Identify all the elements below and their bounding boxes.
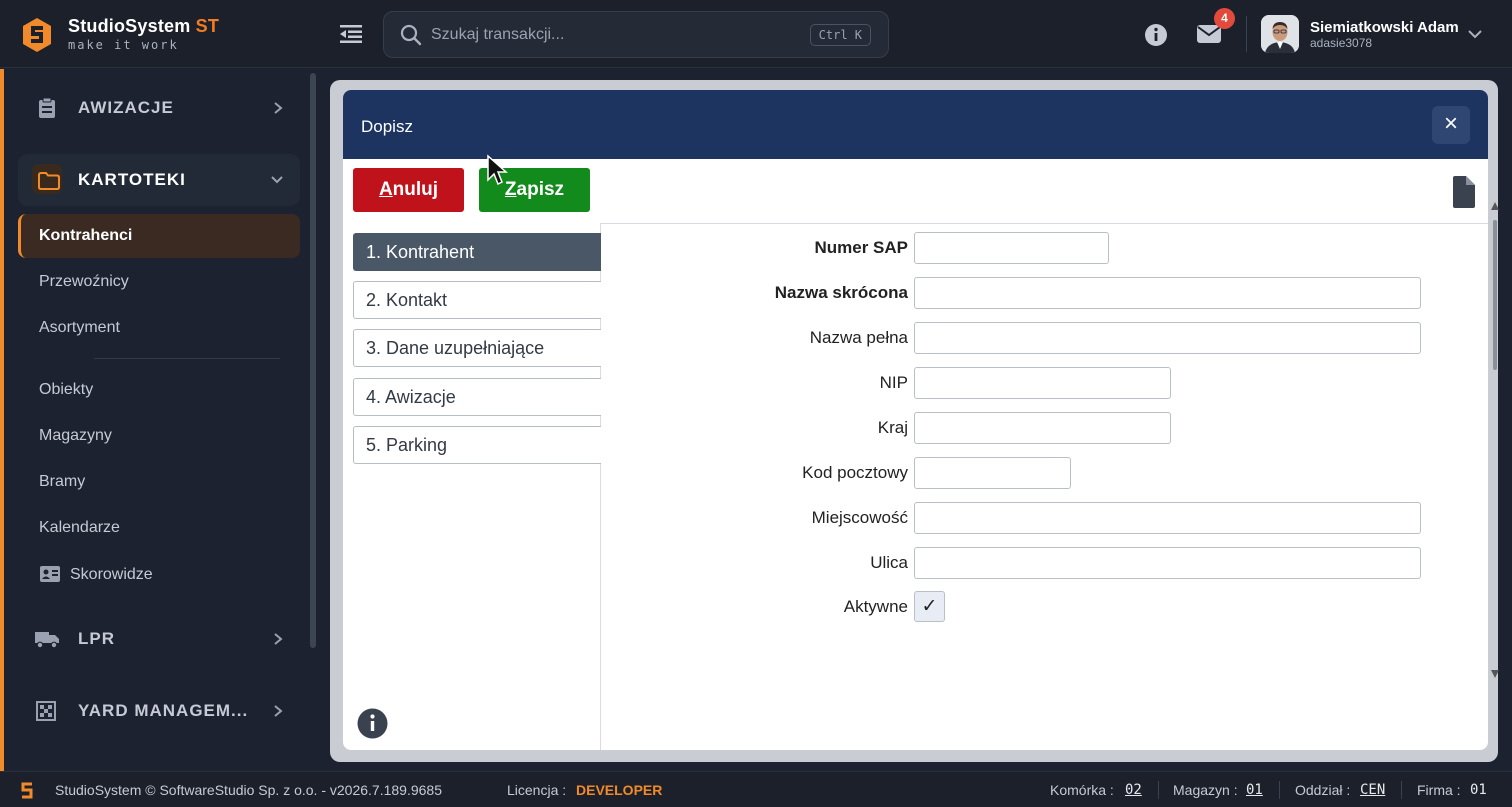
info-icon[interactable] <box>1144 23 1168 47</box>
dialog-title: Dopisz <box>361 117 413 136</box>
user-name[interactable]: Siemiatkowski Adam <box>1310 19 1459 36</box>
user-login: adasie3078 <box>1310 36 1373 50</box>
document-icon[interactable] <box>1451 176 1475 208</box>
footer-firma-label: Firma : <box>1417 782 1461 798</box>
sidebar-item-asortyment[interactable]: Asortyment <box>18 306 300 350</box>
sidebar-section-yard[interactable]: YARD MANAGEM... <box>18 685 300 737</box>
footer-komorka-label: Komórka : <box>1050 782 1114 798</box>
ulica-input[interactable] <box>914 547 1421 579</box>
field-label-nazwa-pelna: Nazwa pełna <box>809 328 908 347</box>
avatar-photo-icon <box>1261 15 1299 53</box>
sidebar-item-kalendarze[interactable]: Kalendarze <box>18 506 300 550</box>
step-awizacje[interactable]: 4. Awizacje <box>353 378 601 416</box>
truck-icon <box>35 632 59 649</box>
field-label-numer-sap: Numer SAP <box>814 238 908 257</box>
sidebar-scrollbar[interactable] <box>310 73 316 648</box>
nazwa-pelna-input[interactable] <box>914 322 1421 354</box>
sidebar-item-przewoznicy[interactable]: Przewoźnicy <box>18 260 300 304</box>
footer-separator <box>1158 781 1159 799</box>
step-kontrahent[interactable]: 1. Kontrahent <box>353 233 601 271</box>
footer-separator <box>1401 781 1402 799</box>
chevron-right-icon <box>274 705 283 717</box>
brand-tagline: make it work <box>68 38 179 52</box>
sidebar: AWIZACJE KARTOTEKI Kontrahenci Przewoźni… <box>0 69 320 771</box>
studiosystem-logo-icon <box>21 782 33 799</box>
search-input[interactable] <box>431 22 791 48</box>
numer-sap-input[interactable] <box>914 232 1109 264</box>
kod-pocztowy-input[interactable] <box>914 457 1071 489</box>
footer: StudioSystem © SoftwareStudio Sp. z o.o.… <box>0 771 1512 807</box>
grid-icon <box>36 701 56 721</box>
field-label-nip: NIP <box>879 373 908 392</box>
dialog-header: Dopisz × <box>343 90 1488 159</box>
search-icon <box>400 24 422 46</box>
step-parking[interactable]: 5. Parking <box>353 426 601 464</box>
sidebar-section-label: KARTOTEKI <box>78 170 186 189</box>
nip-input[interactable] <box>914 367 1171 399</box>
footer-magazyn-value[interactable]: 01 <box>1246 782 1263 798</box>
search-box[interactable]: Ctrl K <box>383 11 889 58</box>
sidebar-section-kartoteki[interactable]: KARTOTEKI <box>18 154 300 206</box>
clipboard-icon <box>39 97 55 118</box>
footer-firma-value[interactable]: 01 <box>1470 782 1487 798</box>
sidebar-section-awizacje[interactable]: AWIZACJE <box>18 82 300 134</box>
brand: StudioSystem ST make it work <box>68 16 219 52</box>
cancel-button[interactable]: Anuluj <box>353 168 464 212</box>
id-card-icon <box>40 566 60 582</box>
sidebar-item-kontrahenci[interactable]: Kontrahenci <box>18 214 300 258</box>
sidebar-divider <box>94 358 280 359</box>
field-label-nazwa-skrocona: Nazwa skrócona <box>774 283 908 302</box>
sidebar-item-bramy[interactable]: Bramy <box>18 460 300 504</box>
sidebar-section-lpr[interactable]: LPR <box>18 613 300 665</box>
search-shortcut: Ctrl K <box>809 24 871 46</box>
field-label-ulica: Ulica <box>870 553 908 572</box>
field-label-miejscowosc: Miejscowość <box>811 508 908 527</box>
field-label-aktywne: Aktywne <box>843 597 908 616</box>
footer-separator <box>1279 781 1280 799</box>
close-button[interactable]: × <box>1432 106 1470 144</box>
main-scrollbar[interactable] <box>1490 200 1500 680</box>
chevron-right-icon <box>274 102 283 114</box>
miejscowosc-input[interactable] <box>914 502 1421 534</box>
sidebar-section-label: AWIZACJE <box>78 98 174 117</box>
sidebar-item-label: Skorowidze <box>70 566 153 583</box>
mail-count-badge: 4 <box>1214 8 1235 29</box>
footer-oddzial-value[interactable]: CEN <box>1360 782 1385 798</box>
avatar[interactable] <box>1261 15 1299 53</box>
field-label-kraj: Kraj <box>877 418 908 437</box>
footer-komorka-value[interactable]: 02 <box>1125 782 1142 798</box>
aktywne-checkbox[interactable]: ✓ <box>914 591 945 622</box>
info-icon[interactable] <box>357 708 388 739</box>
top-bar: StudioSystem ST make it work Ctrl K 4 <box>0 0 1512 68</box>
chevron-right-icon <box>274 633 283 645</box>
sidebar-section-label: LPR <box>78 629 115 648</box>
footer-oddzial-label: Oddział : <box>1295 782 1351 798</box>
footer-license-value: DEVELOPER <box>576 782 663 798</box>
studiosystem-logo-icon[interactable] <box>22 17 52 53</box>
step-dane-uzupelniajace[interactable]: 3. Dane uzupełniające <box>353 329 601 367</box>
menu-toggle-icon[interactable] <box>340 24 362 44</box>
field-label-kod-pocztowy: Kod pocztowy <box>802 463 908 482</box>
kraj-input[interactable] <box>914 412 1171 444</box>
chevron-down-icon[interactable] <box>1467 28 1483 40</box>
sidebar-item-skorowidze[interactable]: Skorowidze <box>18 553 300 597</box>
chevron-down-icon <box>271 176 283 184</box>
folder-icon <box>38 172 60 190</box>
sidebar-section-label: YARD MANAGEM... <box>78 701 249 720</box>
footer-copyright: StudioSystem © SoftwareStudio Sp. z o.o.… <box>55 782 442 798</box>
nazwa-skrocona-input[interactable] <box>914 277 1421 309</box>
sidebar-item-magazyny[interactable]: Magazyny <box>18 414 300 458</box>
form-top-border <box>600 223 1488 224</box>
header-divider <box>1246 16 1247 52</box>
step-kontakt[interactable]: 2. Kontakt <box>353 281 601 319</box>
footer-magazyn-label: Magazyn : <box>1173 782 1238 798</box>
brand-name: StudioSystem ST <box>68 16 220 36</box>
add-dialog: Dopisz × Anuluj Zapisz 1. Kontrahent 2. … <box>343 90 1488 750</box>
sidebar-item-obiekty[interactable]: Obiekty <box>18 368 300 412</box>
save-button[interactable]: Zapisz <box>479 168 590 212</box>
footer-license-label: Licencja : <box>507 782 567 798</box>
